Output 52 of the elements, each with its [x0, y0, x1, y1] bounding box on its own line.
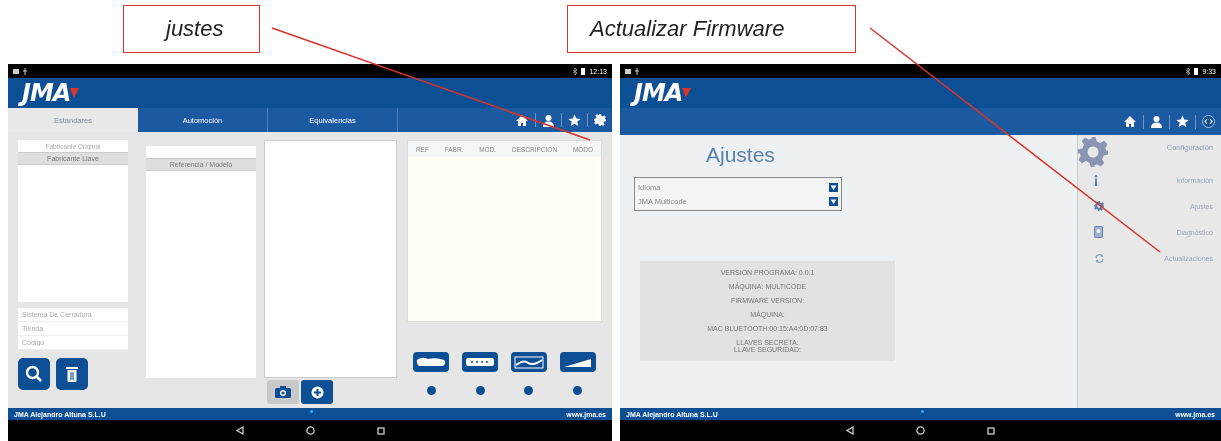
- add-icon: [310, 385, 324, 399]
- home-circle-icon[interactable]: [305, 426, 315, 435]
- callout-label: Actualizar Firmware: [567, 5, 856, 53]
- recents-icon[interactable]: [376, 426, 385, 435]
- star-icon[interactable]: [568, 113, 581, 127]
- device-icon: [1094, 226, 1103, 238]
- bluetooth-icon: [573, 67, 578, 75]
- usb-icon: [23, 67, 27, 75]
- info-icon: [1094, 174, 1098, 186]
- person-icon[interactable]: [1150, 115, 1163, 128]
- input-field[interactable]: [146, 146, 256, 158]
- radio-dot[interactable]: [573, 386, 583, 395]
- notification-icon: [625, 68, 631, 74]
- camera-icon: [275, 386, 291, 398]
- bluetooth-icon: [1186, 67, 1191, 75]
- page-title: Ajustes: [706, 143, 776, 167]
- back-icon[interactable]: [235, 426, 244, 435]
- radio-dot[interactable]: [524, 386, 534, 395]
- key-type-button[interactable]: [413, 352, 450, 372]
- dropdown-arrow-icon: [829, 196, 838, 206]
- radio-dot[interactable]: [475, 386, 485, 395]
- settings-icon[interactable]: [594, 114, 606, 126]
- circle-arrows-icon[interactable]: [1202, 115, 1215, 128]
- settings-icon: [1094, 201, 1104, 211]
- home-icon[interactable]: [1123, 115, 1137, 128]
- trash-icon: [66, 366, 78, 382]
- person-icon[interactable]: [542, 113, 555, 127]
- battery-icon: [581, 67, 586, 75]
- recents-icon[interactable]: [987, 426, 995, 435]
- key-type-button[interactable]: [559, 352, 596, 372]
- delete-button[interactable]: [56, 358, 88, 390]
- camera-button[interactable]: [267, 380, 299, 404]
- key-type-button[interactable]: [462, 352, 499, 372]
- battery-icon: [1194, 67, 1199, 75]
- search-icon: [25, 365, 43, 383]
- logo-mark-icon: [70, 88, 80, 98]
- key-profile-icon: [511, 353, 546, 371]
- page-indicator: [310, 410, 313, 413]
- back-icon[interactable]: [846, 426, 854, 435]
- refresh-icon: [1094, 252, 1105, 264]
- add-button[interactable]: [301, 380, 333, 404]
- dropdown-arrow-icon: [829, 182, 838, 192]
- key-type-button[interactable]: [510, 352, 547, 372]
- radio-dot[interactable]: [426, 386, 436, 395]
- star-icon[interactable]: [1176, 115, 1189, 128]
- search-button[interactable]: [18, 358, 50, 390]
- usb-icon: [635, 67, 639, 75]
- page-indicator: [920, 410, 924, 413]
- logo-mark-icon: [682, 88, 692, 98]
- notification-icon: [13, 68, 19, 74]
- callout-label: justes: [123, 5, 260, 53]
- home-circle-icon[interactable]: [916, 426, 925, 435]
